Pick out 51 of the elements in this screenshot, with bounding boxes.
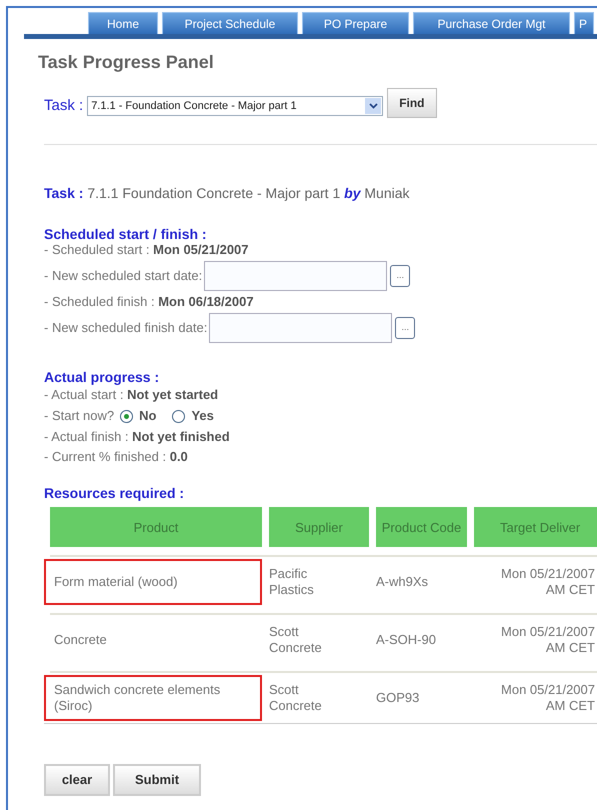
radio-label: No [139,407,156,425]
form-button[interactable]: clear [44,764,110,796]
nav-tab[interactable]: PO Prepare [302,12,409,34]
table-cell-text: A-SOH-90 [376,631,437,649]
radio-button[interactable] [120,410,134,422]
detail-line: - Actual start : Not yet started [44,386,220,404]
table-cell-text: Concrete [53,631,108,649]
nav-tab[interactable]: Home [88,12,158,34]
date-picker-button[interactable]: ... [395,317,416,339]
date-input-field[interactable] [209,313,392,343]
detail-line: - Current % finished : 0.0 [44,448,189,466]
field-label: - Start now? [44,407,114,425]
table-cell: AM CET [546,698,595,714]
table-cell: Mon 05/21/2007 [501,624,595,640]
task-summary: Task : 7.1.1 Foundation Concrete - Major part 1 by Muniak [44,184,411,203]
detail-line: - Scheduled start : Mon 05/21/2007 [44,242,250,258]
table-cell: AM CET [546,582,595,598]
date-picker-button[interactable]: ... [390,265,410,287]
column-header: Target Deliver [474,507,597,547]
table-cell: Mon 05/21/2007 [501,566,595,582]
column-header: Product Code [376,507,467,547]
column-header: Product [50,507,262,547]
page-title: Task Progress Panel [38,51,215,74]
detail-line: - Scheduled finish : Mon 06/18/2007 [44,294,255,310]
nav-tab[interactable]: Purchase Order Mgt [413,12,570,34]
detail-line: - Actual finish : Not yet finished [44,428,231,446]
nav-tab[interactable]: Project Schedule [162,12,298,34]
find-button[interactable]: Find [387,88,437,118]
form-button[interactable]: Submit [113,764,201,796]
nav-tab[interactable]: P [574,12,594,34]
radio-label: Yes [191,407,214,425]
column-header: Supplier [269,507,369,547]
radio-button[interactable] [172,410,186,422]
section-heading: Scheduled start / finish : [44,226,208,242]
section-heading: Resources required : [44,485,186,501]
table-cell: Form material (wood) [44,559,262,605]
table-cell-text: Scott Concrete [269,623,323,657]
table-cell-text: Pacific Plastics [269,565,315,599]
task-dropdown[interactable]: 7.1.1 - Foundation Concrete - Major part 1 [87,96,384,116]
table-cell-text: GOP93 [376,689,420,707]
dropdown-caret-icon [365,98,382,114]
table-cell: AM CET [546,640,595,656]
section-heading: Actual progress : [44,369,160,385]
table-cell-text: Scott Concrete [269,681,323,715]
table-cell: Sandwich concrete elements (Siroc) [44,675,262,721]
date-input-field[interactable] [204,261,388,291]
task-label: Task : [44,96,84,116]
field-label: - New scheduled start date: [44,267,202,286]
table-cell-text: A-wh9Xs [376,573,430,591]
table-cell: Mon 05/21/2007 [501,682,595,698]
field-label: - New scheduled finish date: [44,319,208,338]
